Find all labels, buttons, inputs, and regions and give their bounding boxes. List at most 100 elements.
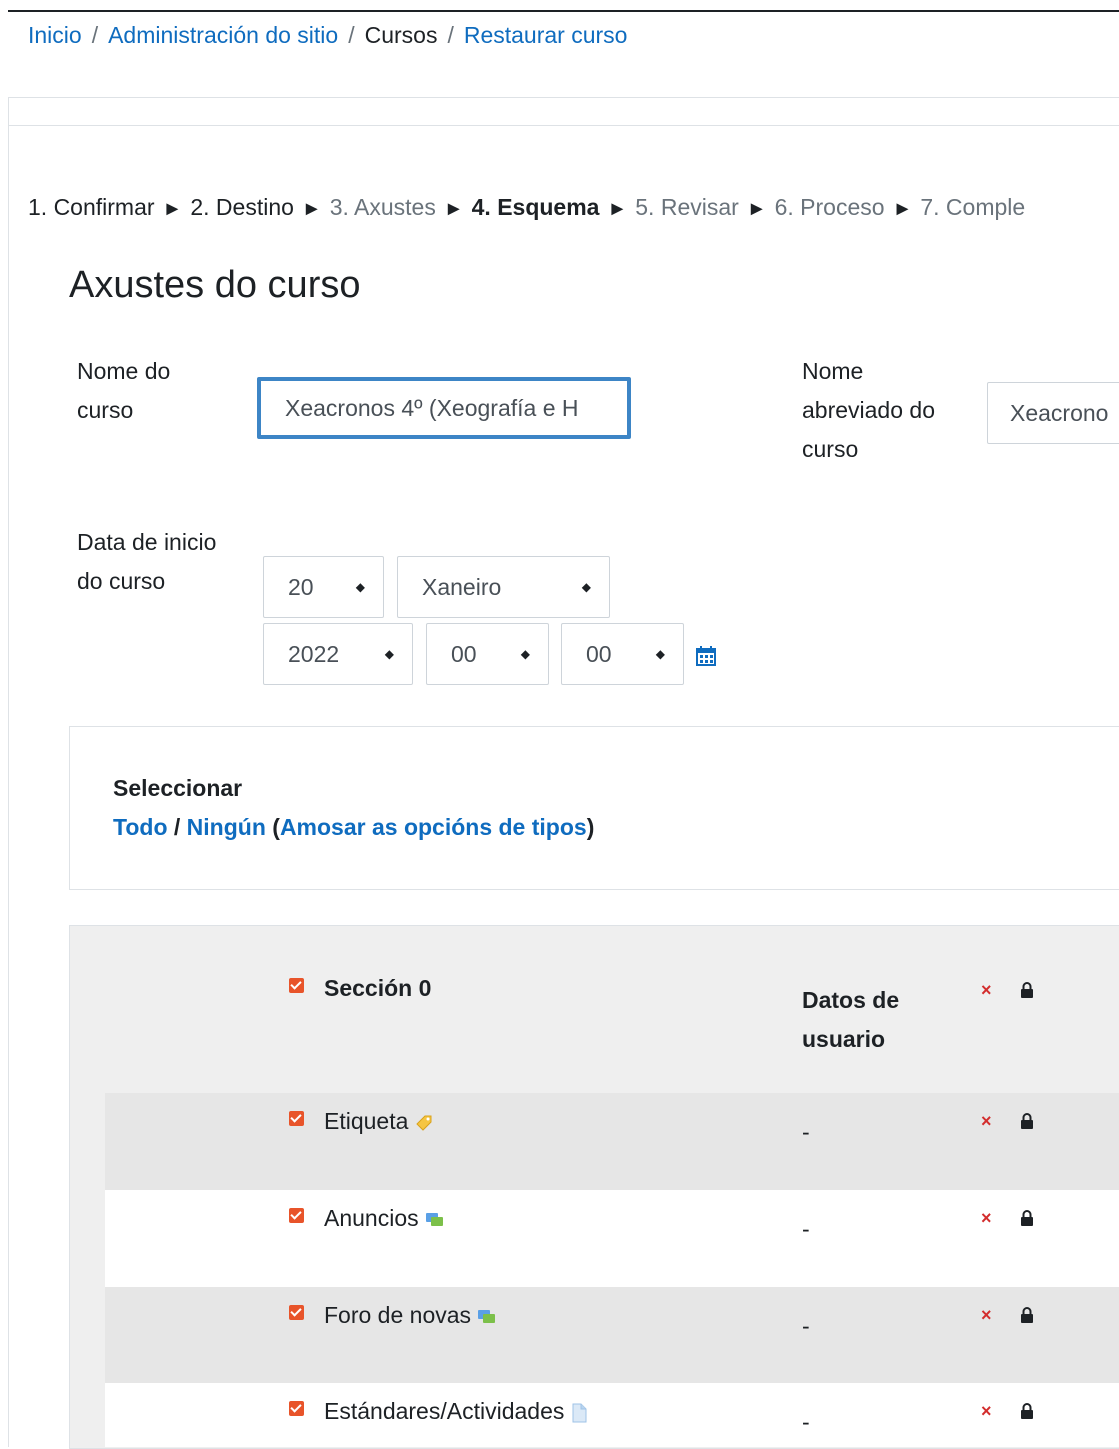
select-none-link[interactable]: Ningún [187, 814, 266, 840]
select-caret-icon: ◆ [355, 580, 365, 594]
top-rule [8, 10, 1119, 12]
calendar-icon[interactable] [695, 645, 717, 667]
exclude-icon: × [981, 1401, 992, 1421]
exclude-icon: × [981, 980, 992, 1000]
short-name-label-line: Nome [802, 358, 864, 384]
breadcrumb-separator: / [91, 22, 99, 48]
select-all-link[interactable]: Todo [113, 814, 168, 840]
month-select[interactable]: Xaneiro ◆ [397, 556, 610, 618]
item-label-text: Anuncios [324, 1205, 419, 1231]
select-caret-icon: ◆ [581, 580, 591, 594]
file-icon [572, 1403, 587, 1423]
selection-title: Seleccionar [113, 775, 243, 801]
item-label-text: Etiqueta [324, 1108, 409, 1134]
section-label: Sección 0 [324, 975, 432, 1001]
forum-icon [425, 1212, 443, 1226]
table-row: Estándares/Actividades - × [105, 1383, 1119, 1447]
short-name-label: Nome abreviado do curso [802, 352, 935, 469]
course-name-input[interactable]: Xeacronos 4º (Xeografía e H [257, 377, 631, 439]
show-type-options-link[interactable]: Amosar as opcións de tipos [280, 814, 587, 840]
item-label: Etiqueta [324, 1108, 434, 1135]
month-select-value: Xaneiro [422, 574, 502, 600]
step-arrow: ► [746, 198, 767, 220]
step-settings: 3. Axustes [329, 194, 436, 220]
label-icon [416, 1115, 432, 1131]
item-checkbox[interactable] [289, 1208, 304, 1223]
step-arrow: ► [162, 198, 183, 220]
breadcrumb-separator: / [348, 22, 355, 48]
table-row: Anuncios - × [105, 1190, 1119, 1287]
breadcrumb-home-link[interactable]: Inicio [28, 22, 82, 48]
exclude-icon: × [981, 1111, 992, 1131]
hour-select-value: 00 [451, 641, 477, 667]
exclude-icon: × [981, 1305, 992, 1325]
breadcrumb-admin-link[interactable]: Administración do sitio [108, 22, 338, 48]
user-data-value: - [802, 1313, 810, 1339]
step-process: 6. Proceso [774, 194, 885, 220]
divider [8, 97, 1119, 98]
day-select[interactable]: 20 ◆ [263, 556, 384, 618]
minute-select-value: 00 [586, 641, 612, 667]
step-complete: 7. Comple [920, 194, 1026, 220]
divider [8, 125, 1119, 126]
selection-close-paren: ) [586, 814, 595, 840]
day-select-value: 20 [288, 574, 314, 600]
lock-icon [1021, 982, 1033, 998]
select-caret-icon: ◆ [655, 647, 665, 661]
item-label: Anuncios [324, 1205, 445, 1232]
user-data-header: Datos de usuario [802, 981, 899, 1059]
user-data-header-line: Datos de [802, 987, 900, 1013]
item-checkbox[interactable] [289, 1401, 304, 1416]
lock-icon [1021, 1403, 1033, 1419]
table-row: Etiqueta - × [105, 1093, 1119, 1190]
step-destination: 2. Destino [190, 194, 294, 220]
step-arrow: ► [892, 198, 913, 220]
breadcrumb: Inicio / Administración do sitio / Cursos / Re… [28, 22, 627, 49]
short-name-input[interactable]: Xeacrono [987, 382, 1119, 444]
hour-select[interactable]: 00 ◆ [426, 623, 549, 685]
item-label: Estándares/Actividades [324, 1398, 588, 1425]
minute-select[interactable]: 00 ◆ [561, 623, 684, 685]
lock-icon [1021, 1113, 1033, 1129]
page-title: Axustes do curso [69, 264, 361, 306]
item-label-text: Foro de novas [324, 1302, 472, 1328]
user-data-header-line: usuario [802, 1026, 886, 1052]
start-date-label: Data de inicio do curso [77, 523, 216, 601]
step-arrow: ► [301, 198, 322, 220]
start-date-label-line: do curso [77, 568, 166, 594]
start-date-label-line: Data de inicio [77, 529, 217, 555]
breadcrumb-courses: Cursos [364, 22, 438, 48]
year-select-value: 2022 [288, 641, 340, 667]
item-label-text: Estándares/Actividades [324, 1398, 565, 1424]
select-caret-icon: ◆ [520, 647, 530, 661]
short-name-label-line: abreviado do [802, 397, 935, 423]
course-name-label-line: curso [77, 397, 134, 423]
step-arrow: ► [607, 198, 628, 220]
step-schema: 4. Esquema [471, 194, 600, 220]
user-data-value: - [802, 1119, 810, 1145]
select-caret-icon: ◆ [384, 647, 394, 661]
course-name-label-line: Nome do [77, 358, 171, 384]
item-label: Foro de novas [324, 1302, 497, 1329]
step-review: 5. Revisar [635, 194, 739, 220]
restore-stepper: 1. Confirmar ► 2. Destino ► 3. Axustes ► 4. Es… [28, 194, 1025, 221]
left-border [8, 97, 9, 1447]
item-checkbox[interactable] [289, 1111, 304, 1126]
year-select[interactable]: 2022 ◆ [263, 623, 413, 685]
step-confirm: 1. Confirmar [28, 194, 155, 220]
selection-slash: / [167, 814, 187, 840]
lock-icon [1021, 1210, 1033, 1226]
course-name-label: Nome do curso [77, 352, 170, 430]
exclude-icon: × [981, 1208, 992, 1228]
table-row: Foro de novas - × [105, 1287, 1119, 1384]
user-data-value: - [802, 1216, 810, 1242]
breadcrumb-restore-link[interactable]: Restaurar curso [464, 22, 628, 48]
lock-icon [1021, 1307, 1033, 1323]
selection-open-paren: ( [265, 814, 280, 840]
section-checkbox[interactable] [289, 978, 304, 993]
step-arrow: ► [443, 198, 464, 220]
breadcrumb-separator: / [447, 22, 454, 48]
selection-links: Todo / Ningún (Amosar as opcións de tipo… [113, 814, 594, 841]
user-data-value: - [802, 1409, 810, 1435]
item-checkbox[interactable] [289, 1305, 304, 1320]
